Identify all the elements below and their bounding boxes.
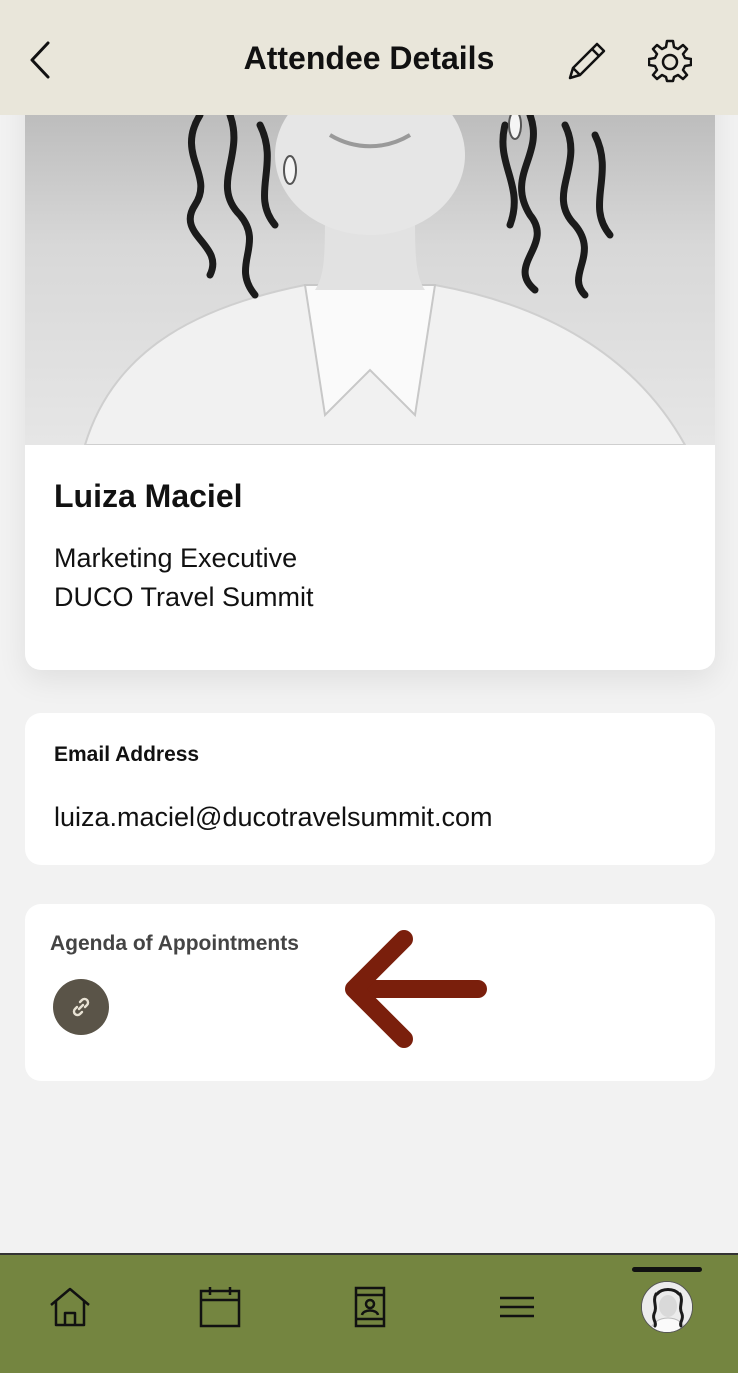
- nav-contacts[interactable]: [342, 1279, 398, 1335]
- profile-card: Luiza Maciel Marketing Executive DUCO Tr…: [25, 60, 715, 670]
- avatar: [641, 1281, 693, 1333]
- attendee-organization: DUCO Travel Summit: [54, 582, 314, 612]
- nav-home[interactable]: [42, 1279, 98, 1335]
- agenda-link-button[interactable]: [53, 979, 109, 1035]
- nav-profile[interactable]: [639, 1279, 695, 1335]
- nav-menu[interactable]: [489, 1279, 545, 1335]
- arrow-left-icon: [345, 930, 487, 1048]
- gear-icon: [648, 39, 692, 83]
- calendar-icon: [199, 1287, 241, 1328]
- avatar-illustration: [642, 1282, 692, 1332]
- profile-info: Luiza Maciel Marketing Executive DUCO Tr…: [54, 478, 314, 613]
- attendee-role: Marketing Executive: [54, 543, 298, 573]
- settings-button[interactable]: [645, 36, 695, 86]
- contact-icon: [354, 1286, 386, 1328]
- agenda-label: Agenda of Appointments: [50, 932, 299, 955]
- nav-calendar[interactable]: [192, 1279, 248, 1335]
- edit-button[interactable]: [562, 36, 612, 86]
- email-card: Email Address luiza.maciel@ducotravelsum…: [25, 713, 715, 865]
- active-tab-indicator: [632, 1267, 702, 1272]
- bottom-nav: [0, 1253, 738, 1373]
- page-title: Attendee Details: [243, 40, 495, 76]
- menu-icon: [500, 1296, 534, 1318]
- link-icon: [72, 997, 90, 1017]
- attendee-name: Luiza Maciel: [54, 478, 243, 514]
- home-icon: [50, 1287, 90, 1327]
- app-header: Attendee Details: [0, 0, 738, 115]
- profile-photo-illustration: [83, 115, 687, 445]
- profile-photo: [25, 115, 715, 445]
- pencil-icon: [568, 42, 606, 80]
- email-address-link[interactable]: luiza.maciel@ducotravelsummit.com: [54, 802, 493, 833]
- email-label: Email Address: [54, 743, 200, 766]
